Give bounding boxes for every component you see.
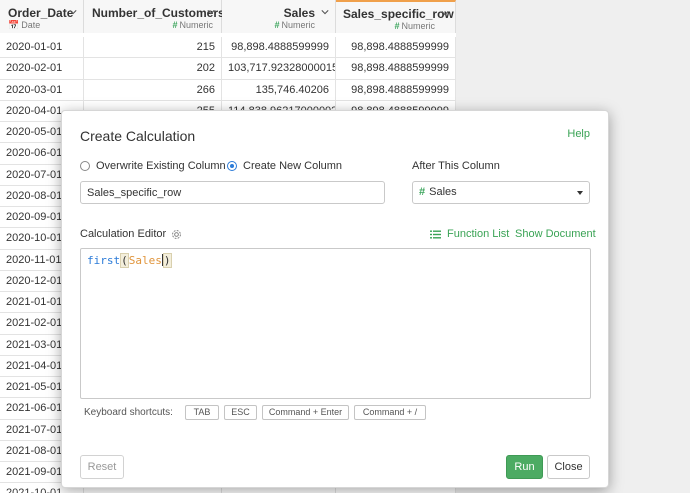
- chevron-down-icon[interactable]: [207, 8, 215, 16]
- chevron-down-icon[interactable]: [69, 8, 77, 16]
- table-cell[interactable]: 98,898.4888599999: [222, 37, 336, 58]
- after-column-select[interactable]: # Sales: [412, 181, 590, 204]
- table-cell[interactable]: 2020-02-01: [0, 58, 84, 79]
- calculation-editor-label: Calculation Editor: [80, 228, 182, 240]
- caret-down-icon: [577, 191, 583, 195]
- chevron-down-icon[interactable]: [441, 9, 449, 17]
- table-cell[interactable]: 202: [84, 58, 222, 79]
- column-type: # Numeric: [274, 20, 315, 30]
- dialog-title: Create Calculation: [80, 128, 196, 144]
- shortcut-tab: TAB: [185, 405, 219, 420]
- code-paren-open: (: [120, 253, 129, 268]
- column-type: # Numeric: [172, 20, 213, 30]
- code-column: Sales: [128, 254, 162, 267]
- table-cell[interactable]: 98,898.4888599999: [336, 37, 456, 58]
- column-name: Order_Date: [8, 6, 74, 20]
- hash-icon: #: [172, 20, 178, 30]
- hash-icon: #: [394, 21, 400, 31]
- keyboard-shortcuts-label: Keyboard shortcuts:: [84, 407, 173, 418]
- shortcut-command-slash: Command + /: [354, 405, 426, 420]
- code-paren-close: ): [162, 253, 172, 268]
- radio-circle[interactable]: [80, 161, 90, 171]
- radio-label: Create New Column: [243, 160, 343, 172]
- new-column-name-input[interactable]: [80, 181, 385, 204]
- table-cell[interactable]: 98,898.4888599999: [336, 58, 456, 79]
- function-list-link[interactable]: Function List: [430, 228, 509, 240]
- radio-overwrite-existing-column[interactable]: Overwrite Existing Column: [80, 160, 226, 172]
- close-button[interactable]: Close: [547, 455, 590, 479]
- column-header-order-date[interactable]: Order_Date 📅 Date: [0, 0, 84, 33]
- table-row[interactable]: 2020-03-01 266 135,746.40206 98,898.4888599…: [0, 79, 456, 101]
- reset-button[interactable]: Reset: [80, 455, 124, 479]
- help-link[interactable]: Help: [567, 128, 590, 140]
- code-function: first: [87, 254, 121, 267]
- table-cell[interactable]: 135,746.40206: [222, 79, 336, 100]
- create-calculation-dialog: Create Calculation Help Overwrite Existi…: [61, 110, 609, 488]
- shortcut-command-enter: Command + Enter: [262, 405, 349, 420]
- chevron-down-icon[interactable]: [321, 8, 329, 16]
- run-button[interactable]: Run: [506, 455, 543, 479]
- table-cell[interactable]: 98,898.4888599999: [336, 79, 456, 100]
- grid-header: Order_Date 📅 Date Number_of_Customers # Nu…: [0, 0, 456, 33]
- column-name: Sales_specific_row: [343, 7, 454, 21]
- radio-create-new-column[interactable]: Create New Column: [227, 160, 342, 172]
- gear-icon[interactable]: [171, 229, 182, 240]
- table-cell[interactable]: 215: [84, 37, 222, 58]
- table-cell[interactable]: 2020-03-01: [0, 79, 84, 100]
- hash-icon: #: [274, 20, 280, 30]
- shortcut-esc: ESC: [224, 405, 257, 420]
- column-name: Sales: [283, 6, 315, 20]
- table-cell[interactable]: 266: [84, 79, 222, 100]
- column-header-sales[interactable]: Sales # Numeric: [222, 0, 336, 33]
- hash-icon: #: [419, 186, 426, 198]
- column-header-number-of-customers[interactable]: Number_of_Customers # Numeric: [84, 0, 225, 33]
- after-column-label: After This Column: [412, 160, 500, 172]
- selected-column: Sales: [429, 186, 457, 198]
- column-name: Number_of_Customers: [92, 6, 225, 20]
- calculation-editor[interactable]: first(Sales): [80, 248, 591, 399]
- list-icon: [430, 230, 441, 238]
- column-header-sales-specific-row[interactable]: Sales_specific_row # Numeric: [336, 0, 456, 33]
- calendar-icon: 📅: [8, 20, 20, 30]
- show-document-link[interactable]: Show Document: [515, 228, 596, 240]
- radio-label: Overwrite Existing Column: [96, 160, 226, 172]
- table-row[interactable]: 2020-02-01 202 103,717.92328000015 98,898.4…: [0, 58, 456, 80]
- column-type: 📅 Date: [8, 20, 41, 30]
- column-type: # Numeric: [394, 21, 435, 31]
- table-row[interactable]: 2020-01-01 215 98,898.4888599999 98,898.488…: [0, 37, 456, 59]
- table-cell[interactable]: 2020-01-01: [0, 37, 84, 58]
- radio-circle-selected[interactable]: [227, 161, 237, 171]
- table-cell[interactable]: 103,717.92328000015: [222, 58, 336, 79]
